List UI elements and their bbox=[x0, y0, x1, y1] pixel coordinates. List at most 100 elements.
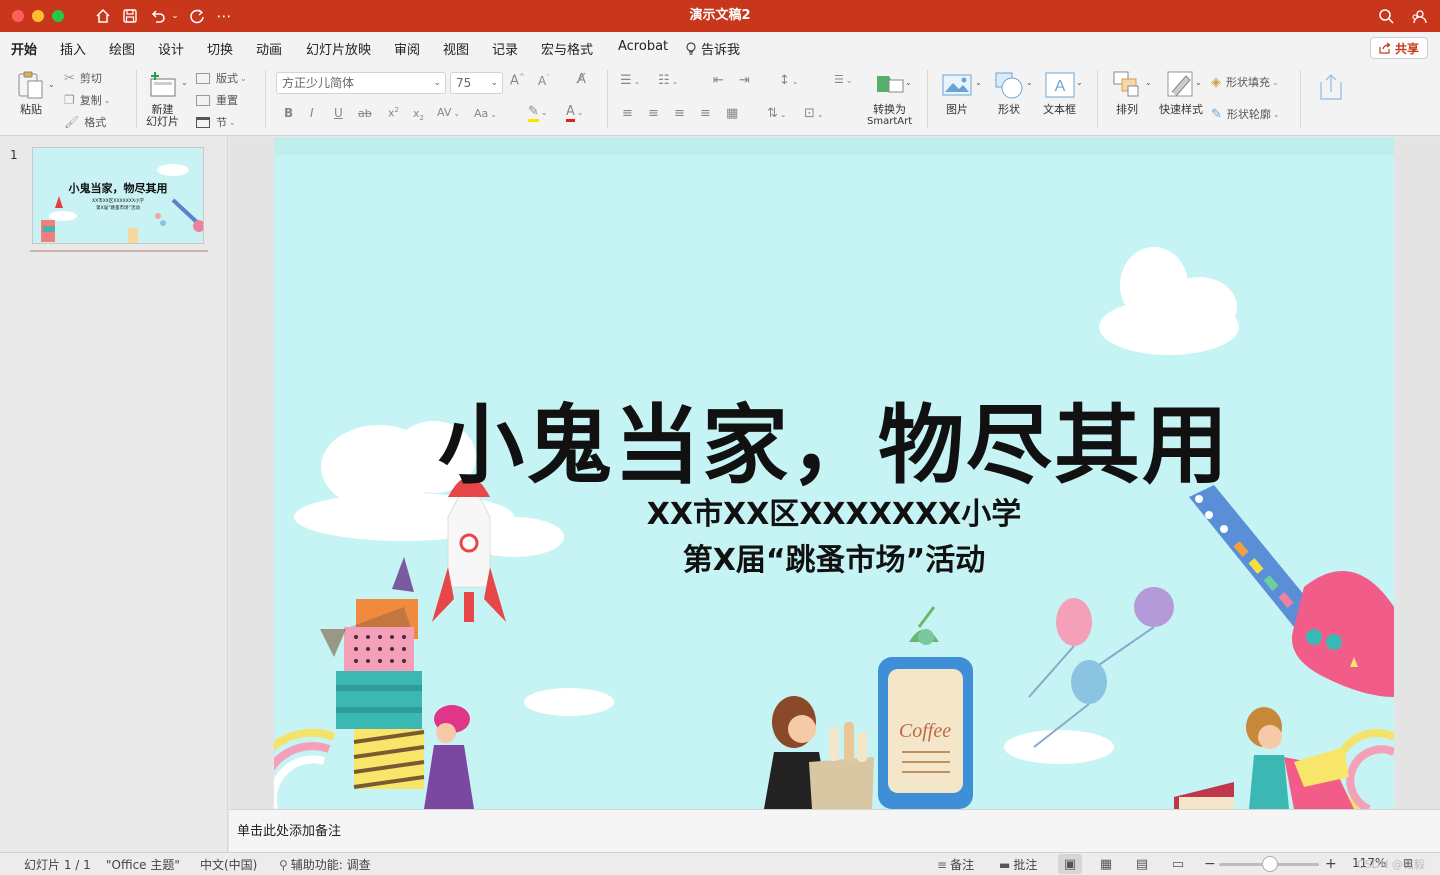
search-icon[interactable] bbox=[1375, 5, 1397, 27]
smartart-dropdown-icon[interactable]: ⌄ bbox=[905, 78, 912, 87]
notes-pane[interactable]: 单击此处添加备注 bbox=[229, 809, 1440, 852]
zoom-in-button[interactable]: + bbox=[1325, 856, 1337, 872]
shape-outline-button[interactable]: ✎ 形状轮廓 ⌄ bbox=[1211, 106, 1280, 122]
tab-review[interactable]: 审阅 bbox=[394, 39, 420, 58]
quick-styles-dropdown-icon[interactable]: ⌄ bbox=[1195, 78, 1202, 87]
save-icon[interactable] bbox=[120, 5, 140, 27]
tab-acrobat[interactable]: Acrobat bbox=[618, 39, 668, 54]
accessibility-button[interactable]: ⚲ 辅助功能: 调查 bbox=[279, 856, 371, 873]
underline-icon[interactable]: U bbox=[334, 106, 343, 120]
increase-font-icon[interactable]: A^ bbox=[510, 73, 525, 88]
strikethrough-icon[interactable]: ab bbox=[358, 107, 372, 120]
thumbnail-subtitle-2: 第X届“跳蚤市场”活动 bbox=[96, 206, 140, 211]
share-label: 共享 bbox=[1394, 41, 1419, 56]
change-case-icon[interactable]: Aa ⌄ bbox=[474, 107, 497, 120]
numbering-icon[interactable]: ☷ ⌄ bbox=[658, 73, 678, 88]
tab-home[interactable]: 开始 bbox=[11, 39, 38, 65]
bold-icon[interactable]: B bbox=[284, 106, 293, 120]
format-painter-button[interactable]: 🖌 格式 bbox=[64, 114, 106, 130]
zoom-slider-handle[interactable] bbox=[1262, 856, 1278, 872]
align-left-icon[interactable]: ≡ bbox=[622, 106, 633, 121]
picture-dropdown-icon[interactable]: ⌄ bbox=[975, 78, 982, 87]
more-options-icon[interactable]: ⋯ bbox=[214, 5, 234, 27]
quick-styles-button[interactable]: 快速样式 bbox=[1159, 70, 1203, 116]
distributed-icon[interactable]: ▦ bbox=[726, 106, 738, 121]
subscript-icon[interactable]: x2 bbox=[413, 107, 424, 122]
textbox-dropdown-icon[interactable]: ⌄ bbox=[1076, 78, 1083, 87]
superscript-icon[interactable]: x2 bbox=[388, 106, 399, 120]
paste-dropdown-icon[interactable]: ⌄ bbox=[48, 80, 55, 89]
slide-subtitle-2[interactable]: 第X届“跳蚤市场”活动 bbox=[274, 535, 1394, 579]
slide-thumbnail[interactable]: 小鬼当家，物尽其用 XX市XX区XXXXXXX小学 第X届“跳蚤市场”活动 bbox=[32, 147, 204, 244]
picture-button[interactable]: 图片 bbox=[941, 70, 973, 116]
font-size-select[interactable]: 75 ⌄ bbox=[450, 72, 503, 94]
undo-icon[interactable] bbox=[148, 5, 168, 27]
tab-animations[interactable]: 动画 bbox=[256, 39, 282, 58]
tell-me-label: 告诉我 bbox=[701, 43, 741, 58]
slide[interactable]: Coffee 小鬼当家，物尽其用 XX市XX区XXXXXXX小学 第X届“跳蚤市… bbox=[274, 137, 1394, 809]
align-right-icon[interactable]: ≡ bbox=[674, 106, 685, 121]
zoom-out-button[interactable]: − bbox=[1204, 856, 1216, 872]
share-button[interactable]: 共享 bbox=[1369, 37, 1428, 59]
highlight-icon[interactable]: ✎ ⌄ bbox=[528, 104, 548, 122]
line-spacing-icon[interactable]: ↕ ⌄ bbox=[779, 73, 799, 88]
share-export-icon[interactable] bbox=[1318, 72, 1346, 102]
slide-subtitle-1[interactable]: XX市XX区XXXXXXX小学 bbox=[274, 489, 1394, 533]
clear-formatting-icon[interactable]: A̸ bbox=[577, 72, 586, 87]
bullets-icon[interactable]: ☰ ⌄ bbox=[620, 73, 640, 88]
reset-button[interactable]: 重置 bbox=[196, 92, 238, 108]
slideshow-button[interactable]: ▭ bbox=[1166, 854, 1190, 874]
close-window-button[interactable] bbox=[12, 10, 24, 22]
copy-button[interactable]: ❐ 复制 ⌄ bbox=[64, 92, 110, 108]
shape-button[interactable]: 形状 bbox=[993, 70, 1025, 116]
coffee-sign-text: Coffee bbox=[899, 720, 951, 742]
arrange-button[interactable]: 排列 bbox=[1111, 70, 1143, 116]
decrease-indent-icon[interactable]: ⇤ bbox=[713, 73, 724, 88]
tab-draw[interactable]: 绘图 bbox=[109, 39, 135, 58]
text-direction-icon[interactable]: ⇅ ⌄ bbox=[767, 106, 787, 121]
arrange-dropdown-icon[interactable]: ⌄ bbox=[1145, 78, 1152, 87]
thumbnail-illustrations bbox=[41, 164, 203, 243]
tab-record[interactable]: 记录 bbox=[492, 39, 518, 58]
justify-icon[interactable]: ≡ bbox=[700, 106, 711, 121]
font-name-select[interactable]: 方正少儿简体 ⌄ bbox=[276, 72, 446, 94]
slide-title[interactable]: 小鬼当家，物尽其用 bbox=[274, 375, 1394, 500]
redo-icon[interactable] bbox=[187, 5, 207, 27]
tab-view[interactable]: 视图 bbox=[443, 39, 469, 58]
minimize-window-button[interactable] bbox=[32, 10, 44, 22]
new-slide-button[interactable]: 新建 幻灯片 bbox=[146, 70, 179, 128]
shape-fill-button[interactable]: ◈ 形状填充 ⌄ bbox=[1211, 74, 1279, 90]
tab-transitions[interactable]: 切换 bbox=[207, 39, 233, 58]
notes-toggle-button[interactable]: ≡ 备注 bbox=[937, 856, 974, 873]
paste-button[interactable]: 粘贴 bbox=[15, 70, 47, 116]
cut-button[interactable]: ✂ 剪切 bbox=[64, 70, 102, 86]
fit-to-window-icon[interactable]: ⊞ bbox=[1403, 856, 1413, 870]
reading-view-button[interactable]: ▤ bbox=[1130, 854, 1154, 874]
decrease-font-icon[interactable]: Aˇ bbox=[538, 74, 550, 88]
textbox-button[interactable]: A 文本框 bbox=[1043, 70, 1076, 116]
shape-dropdown-icon[interactable]: ⌄ bbox=[1026, 78, 1033, 87]
columns-icon[interactable]: ☰ ⌄ bbox=[834, 73, 853, 86]
align-center-icon[interactable]: ≡ bbox=[648, 106, 659, 121]
tab-design[interactable]: 设计 bbox=[158, 39, 184, 58]
tab-macros[interactable]: 宏与格式 bbox=[541, 39, 593, 58]
increase-indent-icon[interactable]: ⇥ bbox=[739, 73, 750, 88]
slide-sorter-button[interactable]: ▦ bbox=[1094, 854, 1118, 874]
comments-button[interactable]: ▬ 批注 bbox=[999, 856, 1037, 873]
align-text-icon[interactable]: ⊡ ⌄ bbox=[804, 106, 824, 121]
tell-me-search[interactable]: 告诉我 bbox=[685, 39, 740, 58]
layout-button[interactable]: 版式 ⌄ bbox=[196, 70, 247, 86]
tab-slideshow[interactable]: 幻灯片放映 bbox=[306, 39, 371, 58]
undo-dropdown-icon[interactable]: ⌄ bbox=[170, 5, 180, 27]
character-spacing-icon[interactable]: AV ⌄ bbox=[437, 106, 460, 119]
language-indicator[interactable]: 中文(中国) bbox=[200, 856, 257, 873]
new-slide-dropdown-icon[interactable]: ⌄ bbox=[181, 78, 188, 87]
home-icon[interactable] bbox=[93, 5, 113, 27]
font-color-icon[interactable]: A ⌄ bbox=[566, 104, 584, 122]
account-icon[interactable] bbox=[1408, 5, 1430, 27]
normal-view-button[interactable]: ▣ bbox=[1058, 854, 1082, 874]
tab-insert[interactable]: 插入 bbox=[60, 39, 86, 58]
italic-icon[interactable]: I bbox=[310, 106, 314, 120]
maximize-window-button[interactable] bbox=[52, 10, 64, 22]
section-button[interactable]: 节 ⌄ bbox=[196, 114, 236, 130]
